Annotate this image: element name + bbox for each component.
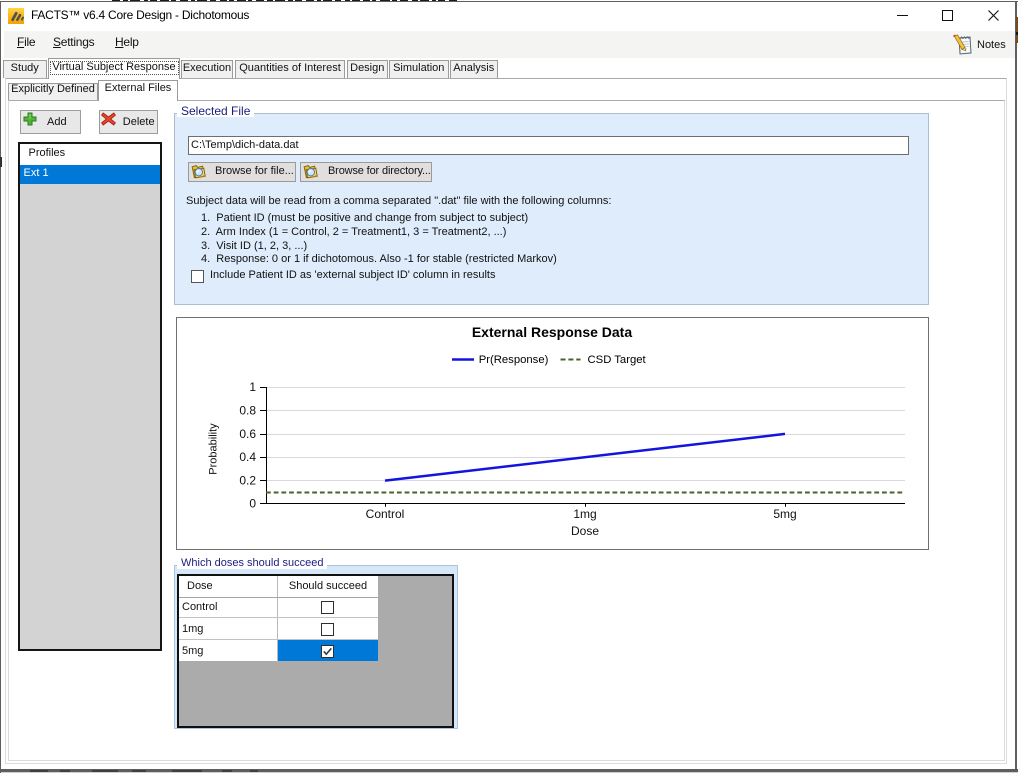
svg-text:0.4: 0.4 <box>239 450 256 464</box>
svg-text:Dose: Dose <box>571 524 599 538</box>
svg-text:Probability: Probability <box>208 423 220 475</box>
svg-text:Control: Control <box>366 507 405 521</box>
svg-text:1: 1 <box>249 380 256 394</box>
svg-text:1mg: 1mg <box>573 507 596 521</box>
svg-text:Pr(Response): Pr(Response) <box>479 354 549 366</box>
svg-text:0.6: 0.6 <box>239 427 256 441</box>
svg-text:0.2: 0.2 <box>239 474 256 488</box>
svg-text:0.8: 0.8 <box>239 403 256 417</box>
svg-text:CSD Target: CSD Target <box>588 354 647 366</box>
svg-text:0: 0 <box>249 497 256 511</box>
svg-text:External Response Data: External Response Data <box>472 324 632 340</box>
svg-text:5mg: 5mg <box>773 507 796 521</box>
